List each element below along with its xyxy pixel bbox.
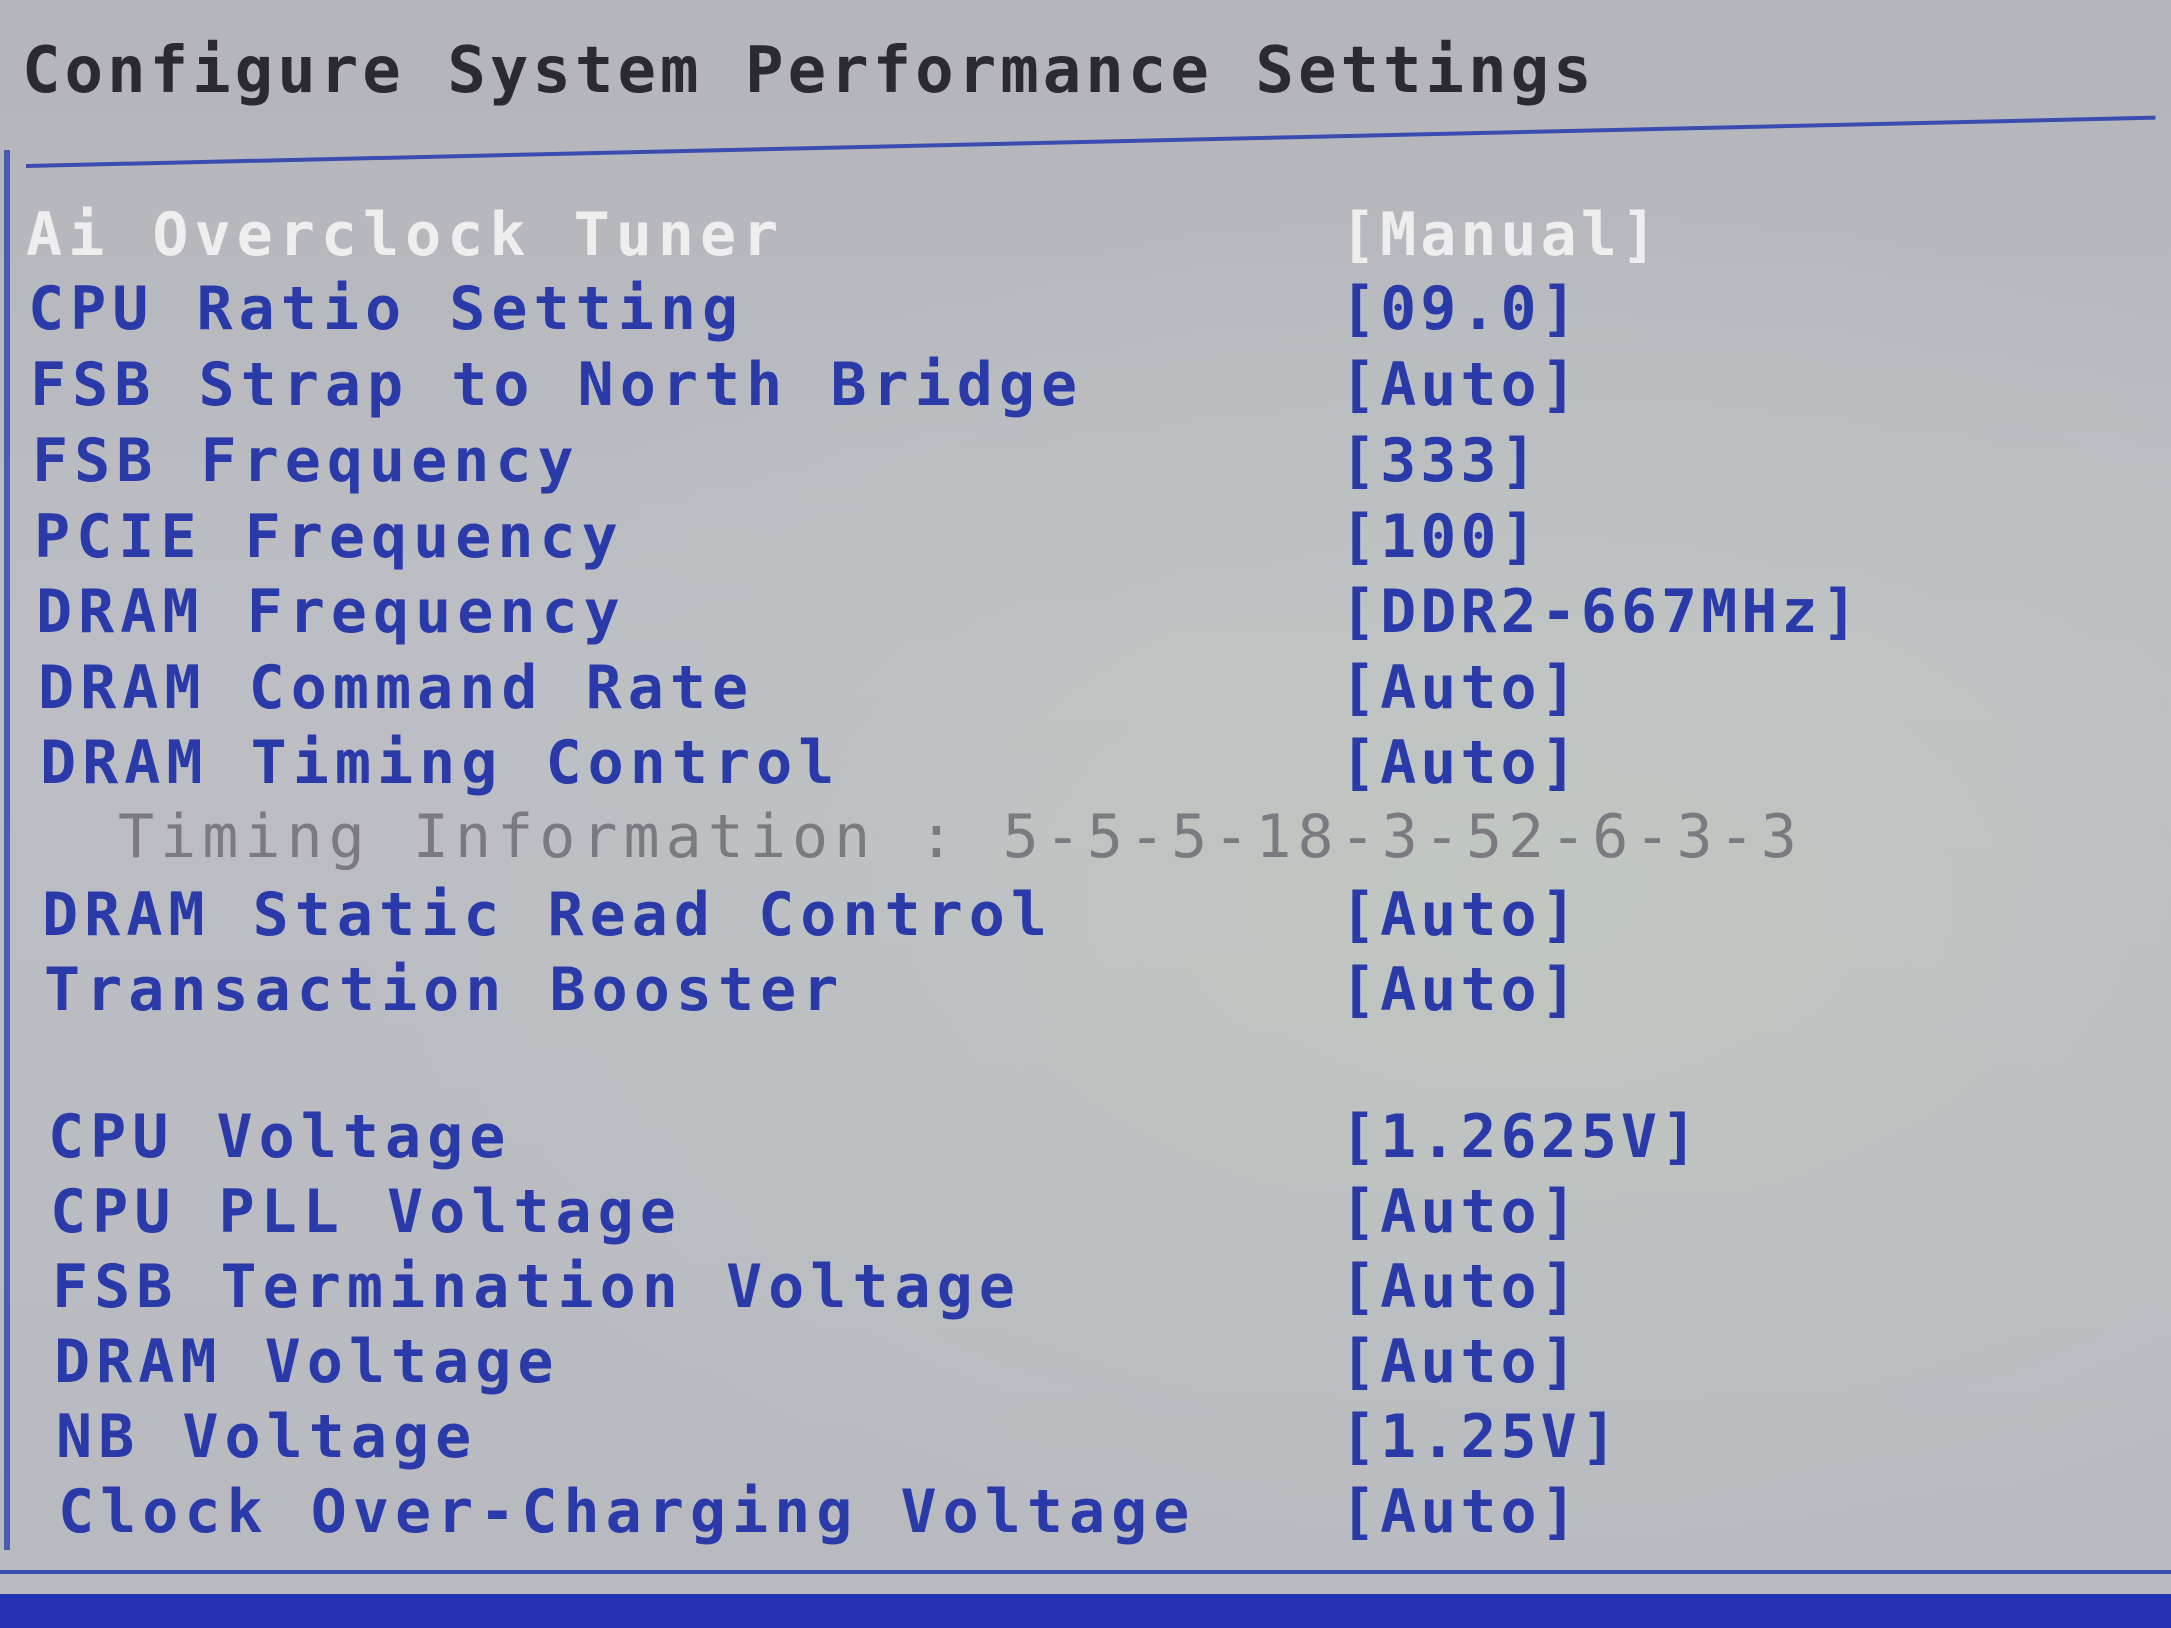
setting-value[interactable]: [Auto] <box>1340 1477 1581 1547</box>
setting-value[interactable]: [DDR2-667MHz] <box>1340 577 1862 647</box>
setting-row-fsb-frequency[interactable]: FSB Frequency [333] <box>0 426 2171 500</box>
setting-row-cpu-voltage[interactable]: CPU Voltage [1.2625V] <box>0 1102 2171 1176</box>
setting-label: PCIE Frequency <box>34 502 624 572</box>
bottom-divider <box>0 1570 2171 1574</box>
setting-row-fsb-strap[interactable]: FSB Strap to North Bridge [Auto] <box>0 350 2171 424</box>
setting-label: NB Voltage <box>56 1402 478 1472</box>
setting-label: DRAM Voltage <box>54 1327 560 1397</box>
setting-label: CPU Voltage <box>48 1102 512 1172</box>
setting-label: DRAM Command Rate <box>38 653 755 723</box>
setting-row-dram-voltage[interactable]: DRAM Voltage [Auto] <box>0 1327 2171 1401</box>
setting-value[interactable]: [Auto] <box>1340 728 1581 798</box>
setting-label: DRAM Static Read Control <box>42 880 1053 950</box>
setting-row-dram-timing-control[interactable]: DRAM Timing Control [Auto] <box>0 728 2171 802</box>
setting-value[interactable]: [1.2625V] <box>1340 1102 1701 1172</box>
setting-label: CPU PLL Voltage <box>50 1177 682 1247</box>
setting-value[interactable]: [09.0] <box>1340 274 1581 344</box>
setting-row-dram-frequency[interactable]: DRAM Frequency [DDR2-667MHz] <box>0 577 2171 651</box>
status-bar <box>0 1594 2171 1628</box>
setting-value[interactable]: [Auto] <box>1340 955 1581 1025</box>
setting-value[interactable]: [Auto] <box>1340 350 1581 420</box>
setting-row-cpu-pll-voltage[interactable]: CPU PLL Voltage [Auto] <box>0 1177 2171 1251</box>
setting-label: Ai Overclock Tuner <box>26 200 785 270</box>
setting-value[interactable]: [100] <box>1340 502 1541 572</box>
setting-label: Clock Over-Charging Voltage <box>58 1477 1196 1547</box>
setting-label: FSB Strap to North Bridge <box>30 350 1084 420</box>
setting-row-clock-over-charging-voltage[interactable]: Clock Over-Charging Voltage [Auto] <box>0 1477 2171 1551</box>
timing-information-text: Timing Information : 5-5-5-18-3-52-6-3-3 <box>118 802 1803 872</box>
setting-row-fsb-termination-voltage[interactable]: FSB Termination Voltage [Auto] <box>0 1252 2171 1326</box>
setting-value[interactable]: [Auto] <box>1340 880 1581 950</box>
setting-row-dram-command-rate[interactable]: DRAM Command Rate [Auto] <box>0 653 2171 727</box>
setting-value[interactable]: [1.25V] <box>1340 1402 1621 1472</box>
setting-label: DRAM Frequency <box>36 577 626 647</box>
setting-row-nb-voltage[interactable]: NB Voltage [1.25V] <box>0 1402 2171 1476</box>
setting-value[interactable]: [Auto] <box>1340 1177 1581 1247</box>
setting-label: FSB Frequency <box>32 426 580 496</box>
setting-row-dram-static-read-control[interactable]: DRAM Static Read Control [Auto] <box>0 880 2171 954</box>
setting-value[interactable]: [Auto] <box>1340 1252 1581 1322</box>
setting-row-transaction-booster[interactable]: Transaction Booster [Auto] <box>0 955 2171 1029</box>
setting-value[interactable]: [333] <box>1340 426 1541 496</box>
setting-row-pcie-frequency[interactable]: PCIE Frequency [100] <box>0 502 2171 576</box>
timing-information: Timing Information : 5-5-5-18-3-52-6-3-3 <box>0 802 2171 876</box>
setting-value[interactable]: [Auto] <box>1340 653 1581 723</box>
setting-label: CPU Ratio Setting <box>28 274 745 344</box>
page-title: Configure System Performance Settings <box>22 34 1596 108</box>
setting-row-ai-overclock-tuner[interactable]: Ai Overclock Tuner [Manual] <box>0 200 2171 274</box>
setting-label: FSB Termination Voltage <box>52 1252 1021 1322</box>
setting-label: Transaction Booster <box>44 955 845 1025</box>
setting-row-cpu-ratio[interactable]: CPU Ratio Setting [09.0] <box>0 274 2171 348</box>
title-divider <box>25 115 2156 168</box>
setting-value[interactable]: [Manual] <box>1340 200 1661 270</box>
setting-value[interactable]: [Auto] <box>1340 1327 1581 1397</box>
bios-screen: Configure System Performance Settings Ai… <box>0 0 2171 1628</box>
setting-label: DRAM Timing Control <box>40 728 841 798</box>
